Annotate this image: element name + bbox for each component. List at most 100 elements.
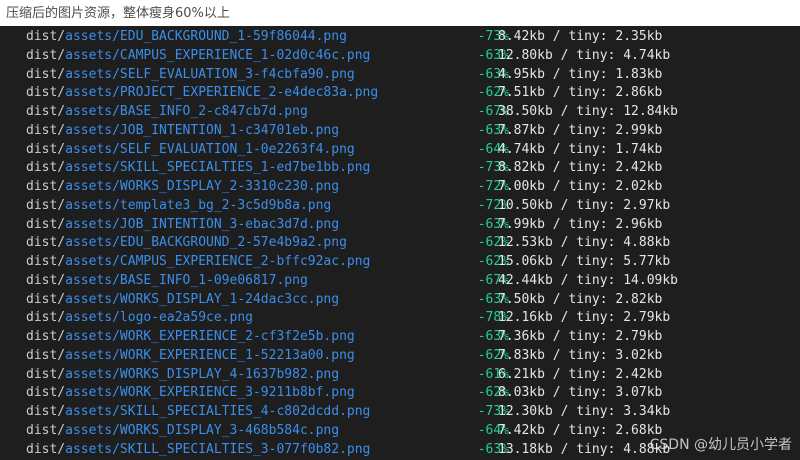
file-path: dist/assets/JOB_INTENTION_3-ebac3d7d.png (26, 216, 339, 235)
asset-file-name: assets/SELF_EVALUATION_1-0e2263f4.png (65, 141, 355, 157)
terminal-line: dist/assets/WORKS_DISPLAY_2-3310c230.png… (26, 178, 786, 197)
asset-file-name: assets/WORK_EXPERIENCE_3-9211b8bf.png (65, 385, 355, 401)
terminal-line: dist/assets/CAMPUS_EXPERIENCE_1-02d0c46c… (26, 47, 786, 66)
file-path: dist/assets/SKILL_SPECIALTIES_4-c802dcdd… (26, 403, 370, 422)
file-path: dist/assets/EDU_BACKGROUND_2-57e4b9a2.pn… (26, 234, 347, 253)
size-comparison: 7.36kb / tiny: 2.79kb (498, 329, 663, 344)
terminal-line: dist/assets/SKILL_SPECIALTIES_1-ed7be1bb… (26, 159, 786, 178)
terminal-line: dist/assets/BASE_INFO_2-c847cb7d.png -67%… (26, 103, 786, 122)
file-path: dist/assets/SKILL_SPECIALTIES_1-ed7be1bb… (26, 159, 370, 178)
asset-file-name: assets/BASE_INFO_1-09e06817.png (65, 272, 308, 288)
dist-prefix: dist/ (26, 235, 66, 251)
asset-file-name: assets/CAMPUS_EXPERIENCE_1-02d0c46c.png (65, 47, 371, 63)
size-comparison: 7.99kb / tiny: 2.96kb (498, 216, 663, 232)
file-path: dist/assets/SELF_EVALUATION_3-f4cbfa90.p… (26, 66, 355, 85)
size-comparison: 12.30kb / tiny: 3.34kb (498, 404, 671, 419)
file-path: dist/assets/SELF_EVALUATION_1-0e2263f4.p… (26, 141, 355, 160)
size-comparison: 42.44kb / tiny: 14.09kb (498, 272, 679, 288)
asset-file-name: assets/SELF_EVALUATION_3-f4cbfa90.png (65, 66, 355, 82)
terminal-line: dist/assets/WORK_EXPERIENCE_1-52213a00.p… (26, 347, 786, 366)
size-comparison: 8.03kb / tiny: 3.07kb (498, 385, 663, 401)
terminal-line: dist/assets/JOB_INTENTION_3-ebac3d7d.png… (26, 216, 786, 235)
terminal-line: dist/assets/logo-ea2a59ce.png -78% 12.16kb… (26, 309, 786, 328)
file-path: dist/assets/WORKS_DISPLAY_4-1637b982.png (26, 366, 339, 385)
file-path: dist/assets/WORK_EXPERIENCE_3-9211b8bf.p… (26, 384, 355, 403)
asset-file-name: assets/template3_bg_2-3c5d9b8a.png (65, 197, 332, 213)
dist-prefix: dist/ (26, 104, 66, 119)
file-path: dist/assets/BASE_INFO_1-09e06817.png (26, 272, 308, 291)
dist-prefix: dist/ (26, 254, 66, 269)
size-comparison: 15.06kb / tiny: 5.77kb (498, 254, 671, 269)
dist-prefix: dist/ (26, 85, 66, 101)
file-path: dist/assets/CAMPUS_EXPERIENCE_2-bffc92ac… (26, 253, 370, 272)
file-path: dist/assets/logo-ea2a59ce.png (26, 309, 253, 328)
asset-file-name: assets/EDU_BACKGROUND_2-57e4b9a2.png (65, 235, 347, 251)
asset-file-name: assets/EDU_BACKGROUND_1-59f86044.png (65, 29, 347, 44)
asset-file-name: assets/logo-ea2a59ce.png (65, 310, 253, 326)
terminal-line: dist/assets/BASE_INFO_1-09e06817.png -67%… (26, 272, 786, 291)
size-comparison: 7.83kb / tiny: 3.02kb (498, 347, 663, 363)
file-path: dist/assets/SKILL_SPECIALTIES_3-077f0b82… (26, 441, 370, 460)
dist-prefix: dist/ (26, 216, 66, 232)
terminal-line: dist/assets/WORK_EXPERIENCE_2-cf3f2e5b.p… (26, 328, 786, 347)
size-comparison: 8.42kb / tiny: 2.35kb (498, 29, 663, 44)
asset-file-name: assets/WORKS_DISPLAY_3-468b584c.png (65, 422, 340, 438)
size-comparison: 4.74kb / tiny: 1.74kb (498, 141, 663, 157)
file-path: dist/assets/EDU_BACKGROUND_1-59f86044.pn… (26, 28, 347, 47)
dist-prefix: dist/ (26, 347, 66, 363)
dist-prefix: dist/ (26, 310, 66, 326)
asset-file-name: assets/PROJECT_EXPERIENCE_2-e4dec83a.png (65, 85, 379, 101)
file-path: dist/assets/WORK_EXPERIENCE_2-cf3f2e5b.p… (26, 328, 355, 347)
terminal-line: dist/assets/SKILL_SPECIALTIES_4-c802dcdd… (26, 403, 786, 422)
file-path: dist/assets/PROJECT_EXPERIENCE_2-e4dec83… (26, 84, 378, 103)
dist-prefix: dist/ (26, 29, 66, 44)
dist-prefix: dist/ (26, 441, 66, 457)
caption-text: 压缩后的图片资源，整体瘦身60%以上 (6, 6, 230, 21)
dist-prefix: dist/ (26, 404, 66, 419)
size-comparison: 13.18kb / tiny: 4.88kb (498, 441, 671, 457)
dist-prefix: dist/ (26, 272, 66, 288)
size-comparison: 8.82kb / tiny: 2.42kb (498, 160, 663, 176)
terminal-line: dist/assets/template3_bg_2-3c5d9b8a.png -… (26, 197, 786, 216)
asset-file-name: assets/WORKS_DISPLAY_4-1637b982.png (65, 366, 340, 382)
file-path: dist/assets/JOB_INTENTION_1-c34701eb.png (26, 122, 339, 141)
asset-file-name: assets/SKILL_SPECIALTIES_4-c802dcdd.png (65, 404, 371, 419)
dist-prefix: dist/ (26, 366, 66, 382)
size-comparison: 10.50kb / tiny: 2.97kb (498, 197, 671, 213)
file-path: dist/assets/WORKS_DISPLAY_1-24dac3cc.png (26, 291, 339, 310)
file-path: dist/assets/WORK_EXPERIENCE_1-52213a00.p… (26, 347, 355, 366)
dist-prefix: dist/ (26, 141, 66, 157)
dist-prefix: dist/ (26, 422, 66, 438)
terminal-line: dist/assets/WORK_EXPERIENCE_3-9211b8bf.p… (26, 384, 786, 403)
terminal-line: dist/assets/PROJECT_EXPERIENCE_2-e4dec83… (26, 84, 786, 103)
size-comparison: 6.21kb / tiny: 2.42kb (498, 366, 663, 382)
terminal-rows: dist/assets/EDU_BACKGROUND_1-59f86044.pn… (26, 28, 786, 459)
asset-file-name: assets/WORKS_DISPLAY_2-3310c230.png (65, 179, 340, 194)
dist-prefix: dist/ (26, 160, 66, 176)
terminal-line: dist/assets/WORKS_DISPLAY_1-24dac3cc.png… (26, 291, 786, 310)
terminal-line: dist/assets/EDU_BACKGROUND_1-59f86044.pn… (26, 28, 786, 47)
terminal-line: dist/assets/CAMPUS_EXPERIENCE_2-bffc92ac… (26, 253, 786, 272)
terminal-output[interactable]: dist/assets/EDU_BACKGROUND_1-59f86044.pn… (0, 26, 800, 460)
terminal-line: dist/assets/JOB_INTENTION_1-c34701eb.png… (26, 122, 786, 141)
asset-file-name: assets/JOB_INTENTION_3-ebac3d7d.png (65, 216, 340, 232)
asset-file-name: assets/JOB_INTENTION_1-c34701eb.png (65, 122, 340, 138)
file-path: dist/assets/template3_bg_2-3c5d9b8a.png (26, 197, 331, 216)
csdn-watermark: CSDN @幼儿员小学者 (649, 437, 792, 453)
size-comparison: 7.00kb / tiny: 2.02kb (498, 179, 663, 194)
size-comparison: 7.50kb / tiny: 2.82kb (498, 291, 663, 307)
dist-prefix: dist/ (26, 385, 66, 401)
file-path: dist/assets/WORKS_DISPLAY_3-468b584c.png (26, 422, 339, 441)
asset-file-name: assets/SKILL_SPECIALTIES_3-077f0b82.png (65, 441, 371, 457)
terminal-line: dist/assets/SELF_EVALUATION_1-0e2263f4.p… (26, 141, 786, 160)
size-comparison: 12.53kb / tiny: 4.88kb (498, 235, 671, 251)
terminal-line: dist/assets/WORKS_DISPLAY_4-1637b982.png… (26, 366, 786, 385)
size-comparison: 4.95kb / tiny: 1.83kb (498, 66, 663, 82)
size-comparison: 12.16kb / tiny: 2.79kb (498, 310, 671, 326)
asset-file-name: assets/WORKS_DISPLAY_1-24dac3cc.png (65, 291, 340, 307)
size-comparison: 38.50kb / tiny: 12.84kb (498, 104, 679, 119)
size-comparison: 7.42kb / tiny: 2.68kb (498, 422, 663, 438)
size-comparison: 12.80kb / tiny: 4.74kb (498, 47, 671, 63)
terminal-line: dist/assets/EDU_BACKGROUND_2-57e4b9a2.pn… (26, 234, 786, 253)
asset-file-name: assets/WORK_EXPERIENCE_2-cf3f2e5b.png (65, 329, 355, 344)
